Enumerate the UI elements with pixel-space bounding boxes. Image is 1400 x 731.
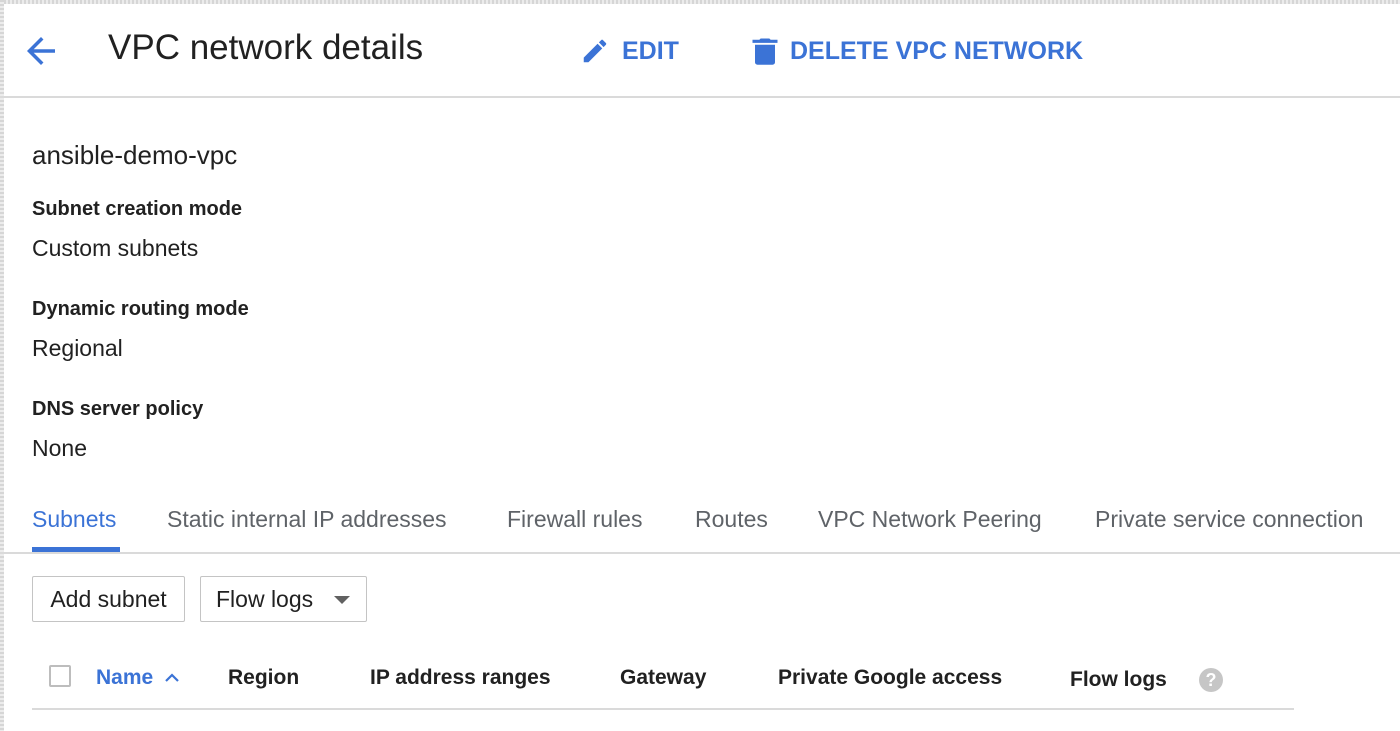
subnets-table-header: Name Region IP address ranges Gateway Pr…	[32, 652, 1294, 710]
edit-button[interactable]: EDIT	[580, 30, 679, 72]
dynamic-routing-mode-value: Regional	[32, 335, 123, 361]
arrow-back-icon	[27, 37, 55, 65]
tab-private-service-connection[interactable]: Private service connection	[1095, 506, 1363, 533]
column-header-ip-address-ranges: IP address ranges	[370, 666, 551, 689]
column-header-name[interactable]: Name	[96, 666, 153, 690]
window-left-border	[0, 0, 4, 731]
pencil-icon	[583, 39, 607, 63]
add-subnet-button[interactable]: Add subnet	[32, 576, 185, 622]
tab-subnets[interactable]: Subnets	[32, 506, 116, 533]
page-header: VPC network details EDIT DELETE VPC NETW…	[0, 4, 1400, 98]
vpc-network-name: ansible-demo-vpc	[32, 140, 238, 170]
column-header-private-google-access: Private Google access	[778, 666, 1003, 689]
dns-server-policy-value: None	[32, 435, 87, 461]
tab-vpc-network-peering[interactable]: VPC Network Peering	[818, 506, 1042, 533]
tab-firewall-rules[interactable]: Firewall rules	[507, 506, 642, 533]
page-title: VPC network details	[108, 28, 424, 67]
column-header-gateway: Gateway	[620, 666, 707, 689]
chevron-up-icon[interactable]	[164, 667, 180, 689]
flow-logs-dropdown-label: Flow logs	[216, 585, 314, 612]
trash-icon	[752, 38, 778, 65]
select-all-checkbox[interactable]	[49, 665, 71, 687]
tab-routes[interactable]: Routes	[695, 506, 768, 533]
flow-logs-dropdown[interactable]: Flow logs	[200, 576, 367, 622]
column-header-region: Region	[228, 666, 300, 689]
tab-bar: Subnets Static internal IP addresses Fir…	[0, 490, 1400, 554]
dns-server-policy-label: DNS server policy	[32, 398, 204, 420]
dropdown-caret-icon	[334, 596, 350, 604]
subnet-creation-mode-label: Subnet creation mode	[32, 198, 243, 220]
add-subnet-label: Add subnet	[50, 585, 167, 612]
delete-button-label: DELETE VPC NETWORK	[790, 36, 1084, 65]
back-button[interactable]	[20, 30, 62, 72]
edit-button-label: EDIT	[622, 36, 679, 65]
tab-static-internal-ip-addresses[interactable]: Static internal IP addresses	[167, 506, 447, 533]
help-icon[interactable]: ?	[1199, 668, 1223, 692]
dynamic-routing-mode-label: Dynamic routing mode	[32, 298, 249, 320]
delete-vpc-network-button[interactable]: DELETE VPC NETWORK	[752, 30, 1083, 72]
active-tab-indicator	[32, 547, 120, 552]
subnet-creation-mode-value: Custom subnets	[32, 235, 199, 261]
column-header-flow-logs: Flow logs	[1070, 668, 1167, 691]
